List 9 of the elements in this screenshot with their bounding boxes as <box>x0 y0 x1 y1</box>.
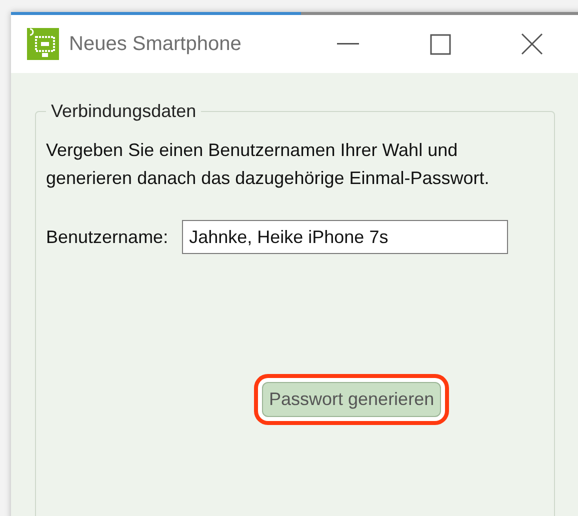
username-field[interactable]: Jahnke, Heike iPhone 7s <box>182 220 508 254</box>
description-text: Vergeben Sie einen Benutzernamen Ihrer Wahl und generieren danach das dazugehörige Einmal-Passwort. <box>46 139 490 190</box>
close-icon[interactable] <box>521 33 543 55</box>
username-label: Benutzername: <box>46 226 168 248</box>
group-title: Verbindungsdaten <box>50 101 198 122</box>
maximize-icon[interactable] <box>430 34 450 54</box>
phone-app-icon <box>27 28 59 60</box>
window-title: Neues Smartphone <box>69 32 242 56</box>
minimize-icon[interactable] <box>337 43 359 45</box>
